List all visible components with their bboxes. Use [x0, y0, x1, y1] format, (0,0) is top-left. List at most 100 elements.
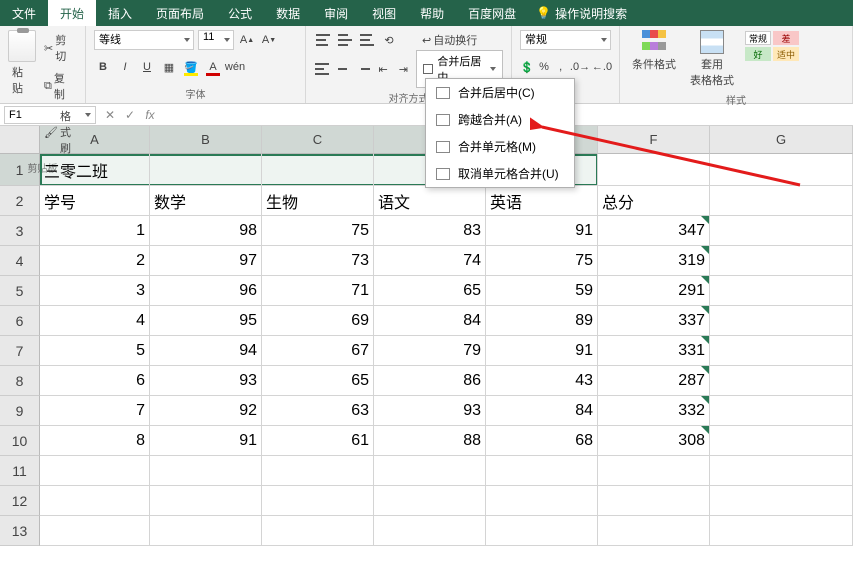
cell-F2[interactable]: 总分 — [598, 186, 710, 216]
col-header-G[interactable]: G — [710, 126, 853, 154]
cell-D10[interactable]: 88 — [374, 426, 486, 456]
increase-decimal-button[interactable]: .0→ — [571, 58, 589, 76]
cut-button[interactable]: ✂剪切 — [40, 30, 77, 66]
cell-A4[interactable]: 2 — [40, 246, 150, 276]
table-format-button[interactable]: 套用 表格格式 — [686, 54, 738, 90]
row-header-13[interactable]: 13 — [0, 516, 40, 546]
cell-E3[interactable]: 91 — [486, 216, 598, 246]
tab-formulas[interactable]: 公式 — [216, 0, 264, 26]
cell-G9[interactable] — [710, 396, 853, 426]
cell-E10[interactable]: 68 — [486, 426, 598, 456]
cell-F7[interactable]: 331 — [598, 336, 710, 366]
cell-F13[interactable] — [598, 516, 710, 546]
style-normal[interactable]: 常规 — [745, 31, 771, 45]
tab-insert[interactable]: 插入 — [96, 0, 144, 26]
cell-D2[interactable]: 语文 — [374, 186, 486, 216]
cell-D6[interactable]: 84 — [374, 306, 486, 336]
underline-button[interactable]: U — [138, 58, 156, 76]
font-size-select[interactable]: 11 — [198, 30, 234, 50]
cell-G1[interactable] — [710, 154, 853, 186]
tell-me-search[interactable]: 💡 操作说明搜索 — [536, 5, 627, 22]
cell-D11[interactable] — [374, 456, 486, 486]
cell-G5[interactable] — [710, 276, 853, 306]
cell-E11[interactable] — [486, 456, 598, 486]
cell-A13[interactable] — [40, 516, 150, 546]
number-format-select[interactable]: 常规 — [520, 30, 611, 50]
row-header-3[interactable]: 3 — [0, 216, 40, 246]
tab-help[interactable]: 帮助 — [408, 0, 456, 26]
col-header-C[interactable]: C — [262, 126, 374, 154]
cell-E5[interactable]: 59 — [486, 276, 598, 306]
fx-button[interactable]: fx — [140, 106, 160, 124]
cell-D5[interactable]: 65 — [374, 276, 486, 306]
cell-A7[interactable]: 5 — [40, 336, 150, 366]
row-header-7[interactable]: 7 — [0, 336, 40, 366]
cell-D7[interactable]: 79 — [374, 336, 486, 366]
cell-B8[interactable]: 93 — [150, 366, 262, 396]
cell-F3[interactable]: 347 — [598, 216, 710, 246]
row-header-11[interactable]: 11 — [0, 456, 40, 486]
align-top-button[interactable] — [314, 31, 332, 49]
cell-C3[interactable]: 75 — [262, 216, 374, 246]
style-good[interactable]: 好 — [745, 47, 771, 61]
row-header-5[interactable]: 5 — [0, 276, 40, 306]
cell-B6[interactable]: 95 — [150, 306, 262, 336]
cell-C10[interactable]: 61 — [262, 426, 374, 456]
cell-B5[interactable]: 96 — [150, 276, 262, 306]
cell-B2[interactable]: 数学 — [150, 186, 262, 216]
cell-G7[interactable] — [710, 336, 853, 366]
font-color-button[interactable]: A — [204, 58, 222, 76]
cell-E12[interactable] — [486, 486, 598, 516]
row-header-2[interactable]: 2 — [0, 186, 40, 216]
cell-F12[interactable] — [598, 486, 710, 516]
merge-center-item[interactable]: 合并后居中(C) — [426, 79, 574, 106]
tab-view[interactable]: 视图 — [360, 0, 408, 26]
cell-G2[interactable] — [710, 186, 853, 216]
cell-F9[interactable]: 332 — [598, 396, 710, 426]
cell-B13[interactable] — [150, 516, 262, 546]
decrease-decimal-button[interactable]: ←.0 — [593, 58, 611, 76]
cell-C11[interactable] — [262, 456, 374, 486]
row-header-10[interactable]: 10 — [0, 426, 40, 456]
cell-E13[interactable] — [486, 516, 598, 546]
cell-C9[interactable]: 63 — [262, 396, 374, 426]
cell-A11[interactable] — [40, 456, 150, 486]
align-left-button[interactable] — [314, 60, 330, 78]
cell-B9[interactable]: 92 — [150, 396, 262, 426]
cell-F10[interactable]: 308 — [598, 426, 710, 456]
cell-B3[interactable]: 98 — [150, 216, 262, 246]
increase-font-button[interactable]: A▲ — [238, 31, 256, 49]
paste-button[interactable]: 粘贴 — [8, 62, 36, 98]
cell-E9[interactable]: 84 — [486, 396, 598, 426]
cell-D8[interactable]: 86 — [374, 366, 486, 396]
row-header-4[interactable]: 4 — [0, 246, 40, 276]
orientation-button[interactable]: ⟲ — [380, 31, 398, 49]
cell-F11[interactable] — [598, 456, 710, 486]
comma-format-button[interactable]: , — [554, 58, 567, 76]
cell-G13[interactable] — [710, 516, 853, 546]
cell-G6[interactable] — [710, 306, 853, 336]
cell-F6[interactable]: 337 — [598, 306, 710, 336]
cell-G12[interactable] — [710, 486, 853, 516]
cell-A10[interactable]: 8 — [40, 426, 150, 456]
tab-data[interactable]: 数据 — [264, 0, 312, 26]
cell-B10[interactable]: 91 — [150, 426, 262, 456]
cell-B7[interactable]: 94 — [150, 336, 262, 366]
cell-G8[interactable] — [710, 366, 853, 396]
col-header-B[interactable]: B — [150, 126, 262, 154]
tab-file[interactable]: 文件 — [0, 0, 48, 26]
merge-across-item[interactable]: 跨越合并(A) — [426, 106, 574, 133]
cell-C7[interactable]: 67 — [262, 336, 374, 366]
conditional-format-button[interactable]: 条件格式 — [628, 54, 680, 74]
fill-color-button[interactable]: 🪣 — [182, 58, 200, 76]
italic-button[interactable]: I — [116, 58, 134, 76]
cell-G3[interactable] — [710, 216, 853, 246]
cell-A8[interactable]: 6 — [40, 366, 150, 396]
cell-A2[interactable]: 学号 — [40, 186, 150, 216]
cell-G10[interactable] — [710, 426, 853, 456]
cell-A1[interactable]: 三零二班 — [40, 154, 150, 186]
cell-A12[interactable] — [40, 486, 150, 516]
cell-B1[interactable] — [150, 154, 262, 186]
row-header-12[interactable]: 12 — [0, 486, 40, 516]
style-neutral[interactable]: 适中 — [773, 47, 799, 61]
